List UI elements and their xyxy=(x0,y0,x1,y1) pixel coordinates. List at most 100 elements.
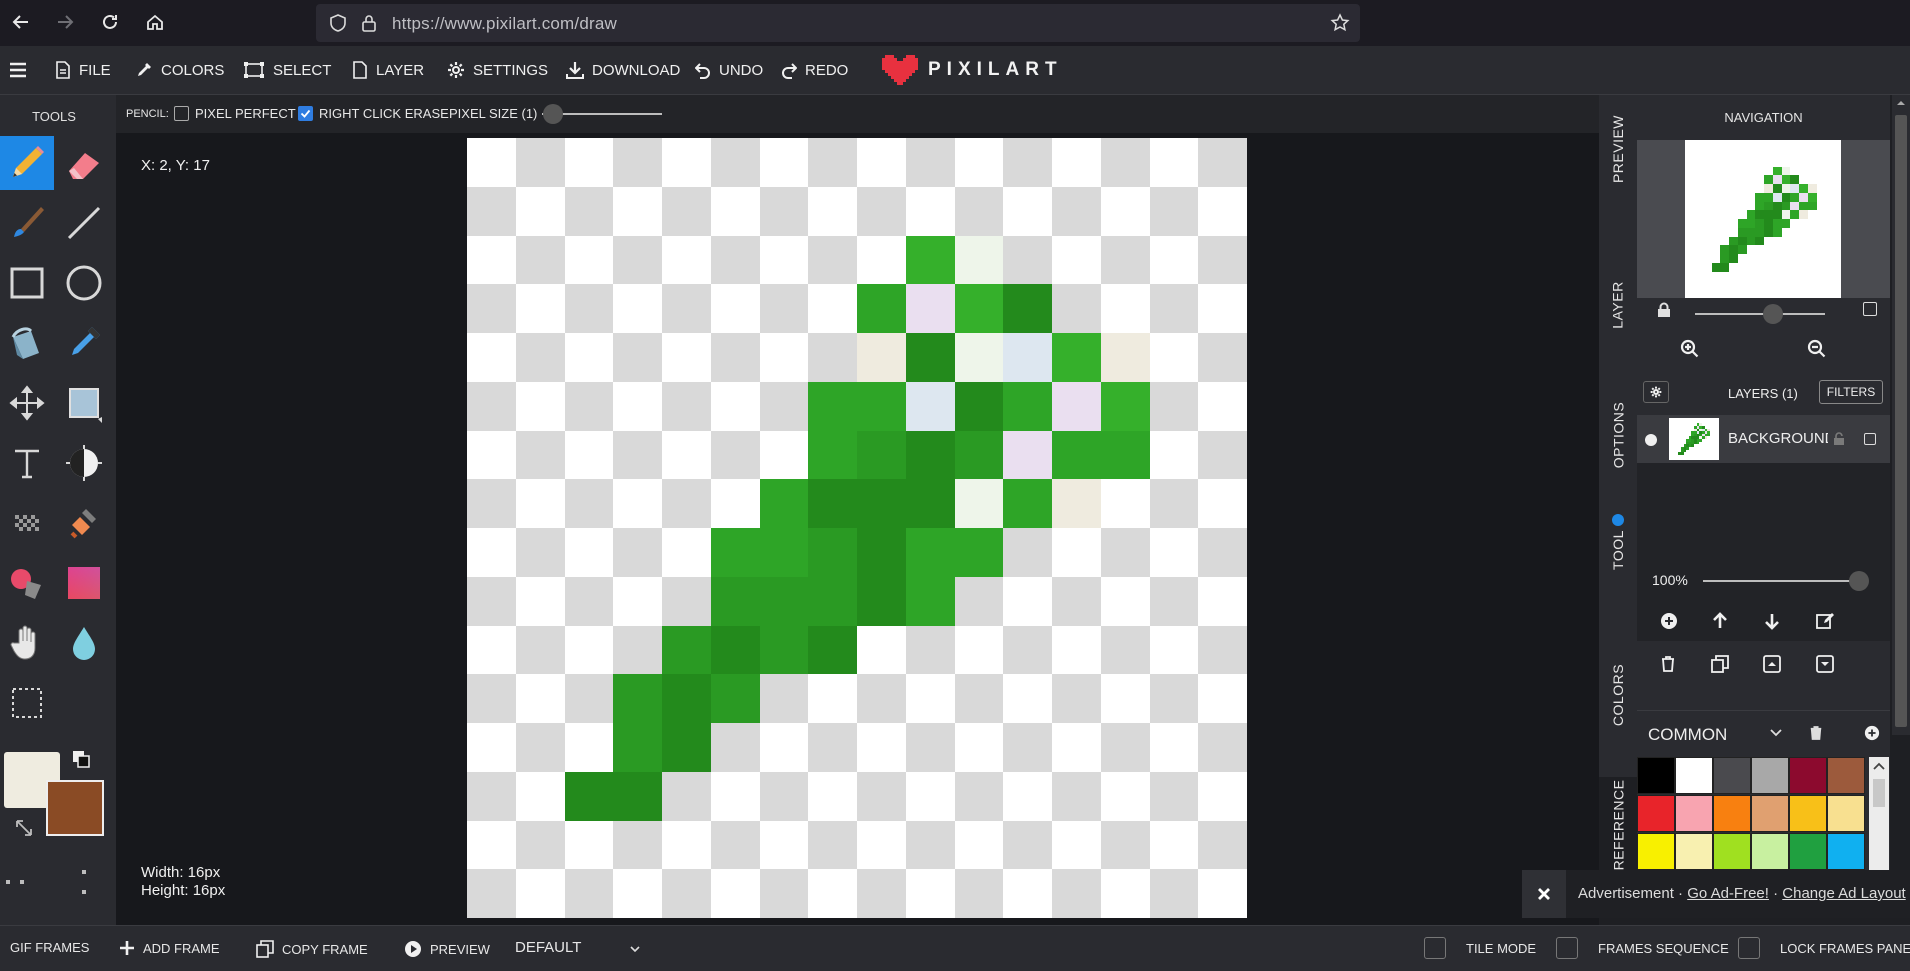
canvas-empty-pixel[interactable] xyxy=(1003,625,1052,675)
canvas-empty-pixel[interactable] xyxy=(1003,235,1052,285)
canvas-pixel[interactable] xyxy=(1003,333,1052,382)
canvas-empty-pixel[interactable] xyxy=(905,723,955,772)
url-text[interactable]: https://www.pixilart.com/draw xyxy=(392,14,617,34)
lock-icon[interactable] xyxy=(360,13,378,33)
canvas-empty-pixel[interactable] xyxy=(1052,625,1101,675)
tile-mode-checkbox[interactable] xyxy=(1424,937,1446,959)
canvas-pixel[interactable] xyxy=(954,479,1004,528)
palette-color-swatch[interactable] xyxy=(1675,757,1713,794)
circle-tool[interactable] xyxy=(57,256,111,310)
canvas-empty-pixel[interactable] xyxy=(710,381,760,431)
canvas-empty-pixel[interactable] xyxy=(954,771,1004,821)
canvas-empty-pixel[interactable] xyxy=(1100,138,1150,187)
palette-color-swatch[interactable] xyxy=(1713,833,1751,870)
canvas-empty-pixel[interactable] xyxy=(564,235,614,285)
palette-color-swatch[interactable] xyxy=(1637,795,1675,832)
menu-download[interactable]: DOWNLOAD xyxy=(566,58,680,82)
canvas-empty-pixel[interactable] xyxy=(857,869,906,918)
menu-file[interactable]: FILE xyxy=(55,58,111,82)
ad-close-button[interactable] xyxy=(1522,870,1566,918)
palette-color-swatch[interactable] xyxy=(1827,757,1865,794)
canvas-pixel[interactable] xyxy=(759,576,809,626)
canvas-empty-pixel[interactable] xyxy=(613,869,662,918)
pencil-tool[interactable] xyxy=(0,136,54,190)
pixel-perfect-option[interactable]: PIXEL PERFECT xyxy=(174,106,296,121)
merge-layer-up-icon[interactable] xyxy=(1763,655,1781,673)
move-tool[interactable] xyxy=(0,376,54,430)
merge-layer-down-icon[interactable] xyxy=(1816,655,1834,673)
canvas-empty-pixel[interactable] xyxy=(759,674,809,723)
canvas-pixel[interactable] xyxy=(857,284,906,333)
home-icon[interactable] xyxy=(141,8,169,36)
canvas-empty-pixel[interactable] xyxy=(857,625,906,675)
menu-redo[interactable]: REDO xyxy=(781,58,848,82)
canvas-empty-pixel[interactable] xyxy=(808,674,857,723)
canvas-empty-pixel[interactable] xyxy=(759,381,809,431)
canvas-pixel[interactable] xyxy=(1100,381,1150,431)
canvas-empty-pixel[interactable] xyxy=(613,479,662,528)
canvas-empty-pixel[interactable] xyxy=(1198,381,1247,431)
back-icon[interactable] xyxy=(7,8,35,36)
eyedropper-tool[interactable] xyxy=(57,316,111,370)
canvas-empty-pixel[interactable] xyxy=(515,430,565,480)
canvas-empty-pixel[interactable] xyxy=(954,820,1004,870)
paintbrush-tool[interactable] xyxy=(0,196,54,250)
canvas-empty-pixel[interactable] xyxy=(662,430,711,480)
move-layer-up-icon[interactable] xyxy=(1711,612,1729,630)
canvas-empty-pixel[interactable] xyxy=(1052,528,1101,577)
canvas-empty-pixel[interactable] xyxy=(613,333,662,382)
canvas-empty-pixel[interactable] xyxy=(759,186,809,236)
canvas-empty-pixel[interactable] xyxy=(954,723,1004,772)
canvas-empty-pixel[interactable] xyxy=(954,869,1004,918)
canvas-empty-pixel[interactable] xyxy=(1003,771,1052,821)
canvas-empty-pixel[interactable] xyxy=(1198,284,1247,333)
palette-color-swatch[interactable] xyxy=(1713,795,1751,832)
canvas-empty-pixel[interactable] xyxy=(1052,576,1101,626)
palette-color-swatch[interactable] xyxy=(1789,757,1827,794)
canvas-empty-pixel[interactable] xyxy=(1052,186,1101,236)
canvas-empty-pixel[interactable] xyxy=(564,430,614,480)
canvas-empty-pixel[interactable] xyxy=(808,284,857,333)
canvas-empty-pixel[interactable] xyxy=(710,186,760,236)
canvas-pixel[interactable] xyxy=(1052,381,1101,431)
go-ad-free-link[interactable]: Go Ad-Free! xyxy=(1687,885,1769,902)
canvas-empty-pixel[interactable] xyxy=(857,186,906,236)
tab-colors[interactable]: COLORS xyxy=(1599,655,1637,735)
canvas-empty-pixel[interactable] xyxy=(1100,869,1150,918)
canvas-empty-pixel[interactable] xyxy=(613,576,662,626)
canvas-pixel[interactable] xyxy=(613,771,662,821)
canvas-pixel[interactable] xyxy=(1052,479,1101,528)
palette-color-swatch[interactable] xyxy=(1751,757,1789,794)
canvas-empty-pixel[interactable] xyxy=(1100,625,1150,675)
canvas-pixel[interactable] xyxy=(905,333,955,382)
canvas-empty-pixel[interactable] xyxy=(1149,430,1199,480)
canvas-empty-pixel[interactable] xyxy=(954,138,1004,187)
canvas-empty-pixel[interactable] xyxy=(954,674,1004,723)
canvas-empty-pixel[interactable] xyxy=(1149,771,1199,821)
canvas-empty-pixel[interactable] xyxy=(1052,869,1101,918)
canvas-empty-pixel[interactable] xyxy=(1100,771,1150,821)
canvas-empty-pixel[interactable] xyxy=(759,771,809,821)
palette-color-swatch[interactable] xyxy=(1751,795,1789,832)
canvas-empty-pixel[interactable] xyxy=(467,771,516,821)
palette-color-swatch[interactable] xyxy=(1713,757,1751,794)
canvas-empty-pixel[interactable] xyxy=(662,138,711,187)
canvas-empty-pixel[interactable] xyxy=(1198,479,1247,528)
canvas-pixel[interactable] xyxy=(808,381,857,431)
canvas-empty-pixel[interactable] xyxy=(808,138,857,187)
canvas-pixel[interactable] xyxy=(1003,284,1052,333)
canvas-empty-pixel[interactable] xyxy=(1149,576,1199,626)
canvas-empty-pixel[interactable] xyxy=(564,723,614,772)
canvas-empty-pixel[interactable] xyxy=(857,138,906,187)
canvas-pixel[interactable] xyxy=(905,576,955,626)
menu-undo[interactable]: UNDO xyxy=(695,58,763,82)
canvas-empty-pixel[interactable] xyxy=(808,869,857,918)
right-scroll-thumb[interactable] xyxy=(1895,115,1907,727)
delete-layer-icon[interactable] xyxy=(1660,655,1676,673)
canvas-pixel[interactable] xyxy=(564,771,614,821)
canvas-empty-pixel[interactable] xyxy=(1149,235,1199,285)
palette-color-swatch[interactable] xyxy=(1789,795,1827,832)
layer-lock-icon[interactable] xyxy=(1833,432,1845,446)
blur-tool[interactable] xyxy=(57,616,111,670)
canvas-empty-pixel[interactable] xyxy=(467,235,516,285)
